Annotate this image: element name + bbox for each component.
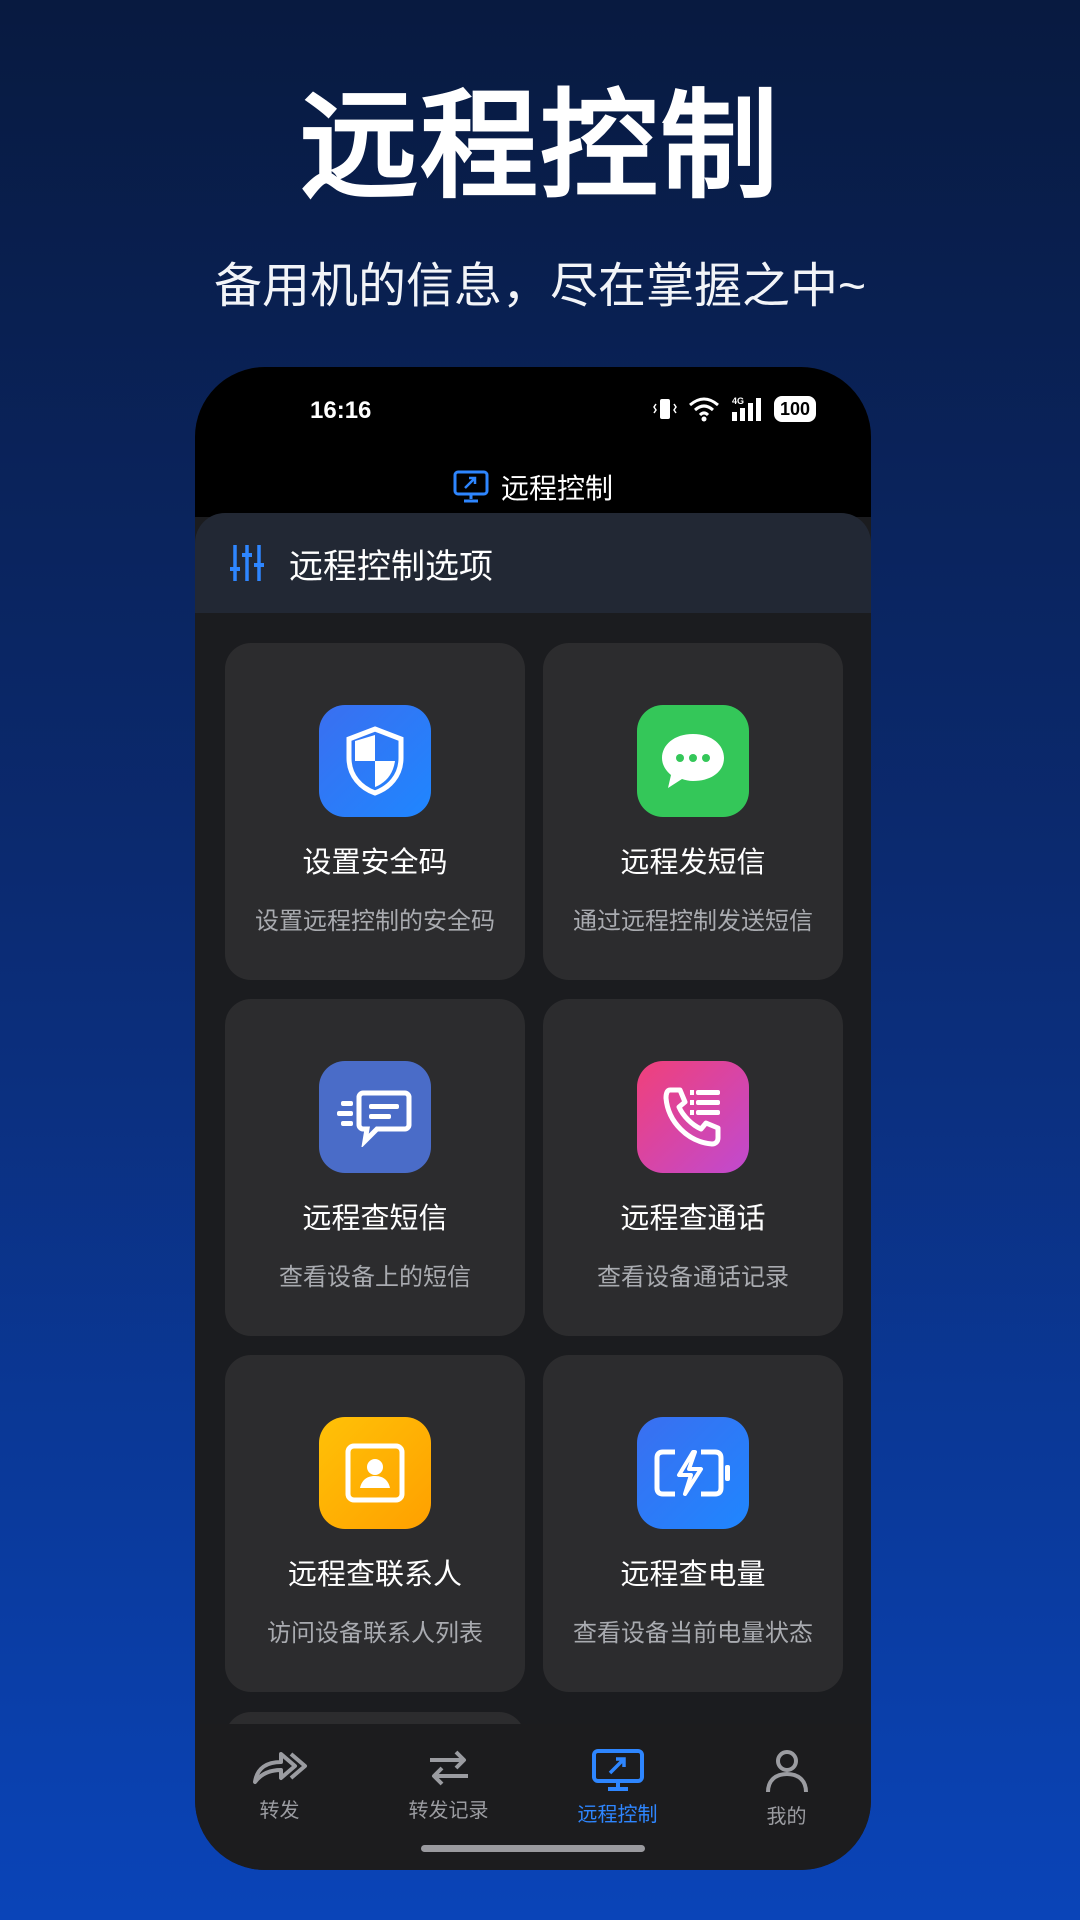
card-title: 远程查联系人 xyxy=(287,1559,462,1591)
remote-monitor-icon xyxy=(591,1749,644,1791)
card-description: 查看设备通话记录 xyxy=(597,1264,789,1291)
hero-title: 远程控制 xyxy=(299,81,780,213)
forward-arrow-icon xyxy=(252,1752,307,1784)
app-bar: 远程控制 xyxy=(195,457,871,517)
remote-monitor-icon xyxy=(453,470,489,503)
tab-label: 转发记录 xyxy=(408,1800,489,1822)
card-title: 远程查通话 xyxy=(620,1203,766,1235)
card-title: 设置安全码 xyxy=(302,847,448,879)
option-card-view-contacts[interactable]: 远程查联系人 访问设备联系人列表 xyxy=(225,1355,525,1692)
hero-subtitle: 备用机的信息，尽在掌握之中~ xyxy=(213,260,867,313)
tab-label: 我的 xyxy=(766,1806,807,1828)
app-bar-title: 远程控制 xyxy=(500,473,613,504)
message-bubble-icon xyxy=(637,705,749,817)
tab-remote-control[interactable]: 远程控制 xyxy=(533,1748,702,1829)
network-type-label: 4G xyxy=(732,396,744,406)
wifi-icon xyxy=(688,397,719,422)
card-description: 通过远程控制发送短信 xyxy=(573,908,813,935)
shield-icon xyxy=(319,705,431,817)
card-title: 远程发短信 xyxy=(620,847,766,879)
tab-forward-history[interactable]: 转发记录 xyxy=(364,1748,533,1829)
vibrate-icon xyxy=(653,399,677,419)
person-icon xyxy=(765,1750,808,1793)
card-description: 查看设备当前电量状态 xyxy=(573,1620,813,1647)
cellular-signal-icon: 4G xyxy=(731,396,761,421)
card-description: 访问设备联系人列表 xyxy=(267,1620,483,1647)
options-grid: 设置安全码 设置远程控制的安全码 远程发短信 通过远程控制发送短信 远程查短信 … xyxy=(225,643,843,1692)
battery-charge-icon xyxy=(637,1417,749,1529)
option-card-view-sms[interactable]: 远程查短信 查看设备上的短信 xyxy=(225,999,525,1336)
option-card-security-code[interactable]: 设置安全码 设置远程控制的安全码 xyxy=(225,643,525,980)
option-card-view-calls[interactable]: 远程查通话 查看设备通话记录 xyxy=(543,999,843,1336)
status-time: 16:16 xyxy=(310,397,372,424)
card-description: 查看设备上的短信 xyxy=(279,1264,471,1291)
status-icons: 4G 100 xyxy=(652,395,816,423)
card-description: 设置远程控制的安全码 xyxy=(255,908,495,935)
section-title: 远程控制选项 xyxy=(289,547,493,586)
tab-label: 远程控制 xyxy=(577,1804,658,1826)
card-title: 远程查电量 xyxy=(620,1559,766,1591)
section-header: 远程控制选项 xyxy=(195,513,871,613)
home-indicator[interactable] xyxy=(421,1845,645,1852)
option-card-send-sms[interactable]: 远程发短信 通过远程控制发送短信 xyxy=(543,643,843,980)
status-bar: 16:16 4G 100 xyxy=(195,367,871,457)
battery-indicator: 100 xyxy=(773,396,816,422)
message-list-icon xyxy=(319,1061,431,1173)
phone-log-icon xyxy=(637,1061,749,1173)
sliders-icon xyxy=(230,545,264,581)
option-card-view-battery[interactable]: 远程查电量 查看设备当前电量状态 xyxy=(543,1355,843,1692)
swap-arrows-icon xyxy=(429,1750,468,1786)
tab-forward[interactable]: 转发 xyxy=(195,1748,364,1829)
phone-frame: 16:16 4G 100 远程控制 远程控制选项 设置安全码 设置远程控制的安全… xyxy=(195,367,871,1870)
card-title: 远程查短信 xyxy=(302,1203,448,1235)
tab-label: 转发 xyxy=(259,1800,300,1822)
tab-profile[interactable]: 我的 xyxy=(702,1748,871,1829)
contact-card-icon xyxy=(319,1417,431,1529)
